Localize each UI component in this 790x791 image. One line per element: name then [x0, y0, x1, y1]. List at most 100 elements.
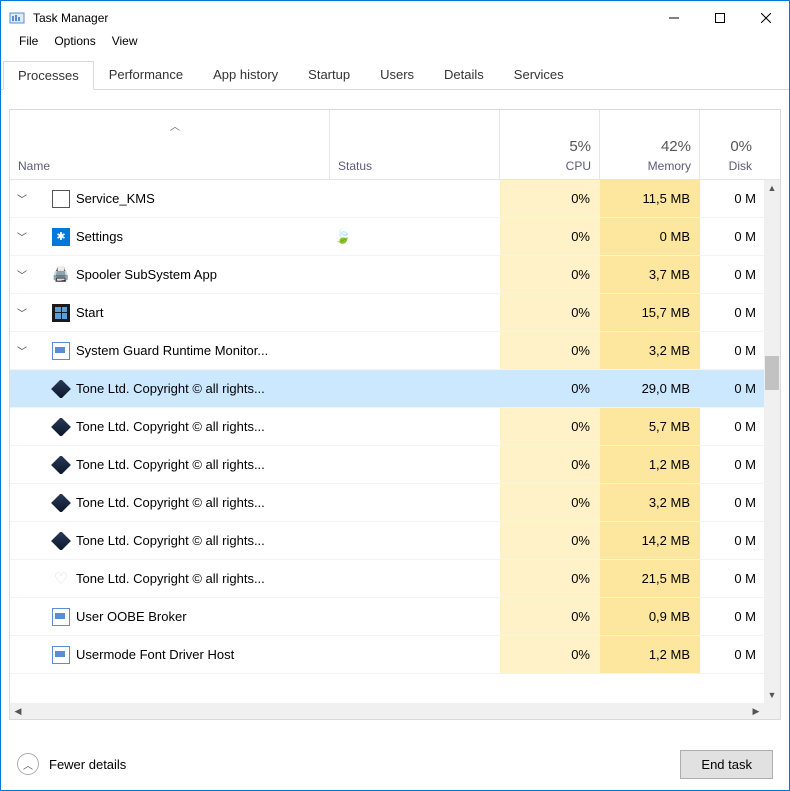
cell-cpu: 0%	[500, 370, 600, 407]
cell-name: Tone Ltd. Copyright © all rights...	[10, 418, 330, 436]
column-cpu[interactable]: 5% CPU	[500, 110, 600, 179]
process-name: Tone Ltd. Copyright © all rights...	[76, 457, 265, 472]
column-memory-pct: 42%	[661, 138, 691, 155]
cell-memory: 3,2 MB	[600, 484, 700, 521]
table-row[interactable]: ﹀Start0%15,7 MB0 M	[10, 294, 764, 332]
expand-icon[interactable]: ﹀	[16, 191, 28, 206]
table-row[interactable]: Tone Ltd. Copyright © all rights...0%1,2…	[10, 446, 764, 484]
cell-memory: 29,0 MB	[600, 370, 700, 407]
scroll-right-icon[interactable]: ▶	[748, 703, 764, 719]
tab-app-history[interactable]: App history	[198, 60, 293, 89]
cell-name: ﹀🖨️Spooler SubSystem App	[10, 266, 330, 284]
table-row[interactable]: Tone Ltd. Copyright © all rights...0%5,7…	[10, 408, 764, 446]
column-status[interactable]: Status	[330, 110, 500, 179]
menu-options[interactable]: Options	[46, 34, 103, 54]
table-row[interactable]: ﹀ System Guard Runtime Monitor... 0%3,2 MB…	[10, 332, 764, 370]
tone-icon	[52, 456, 70, 474]
sort-indicator-icon: ︿	[170, 118, 180, 133]
cell-cpu: 0%	[500, 180, 600, 217]
table-row[interactable]: ♡Tone Ltd. Copyright © all rights...0%21…	[10, 560, 764, 598]
process-name: Tone Ltd. Copyright © all rights...	[76, 571, 265, 586]
scroll-down-icon[interactable]: ▼	[764, 687, 780, 703]
expand-icon[interactable]: ﹀	[16, 305, 28, 320]
scroll-up-icon[interactable]: ▲	[764, 180, 780, 196]
cell-disk: 0 M	[700, 446, 760, 483]
tab-details[interactable]: Details	[429, 60, 499, 89]
cell-status: 🍃	[330, 228, 500, 245]
tab-startup[interactable]: Startup	[293, 60, 365, 89]
start-icon	[52, 304, 70, 322]
app-icon	[52, 646, 70, 664]
process-name: Service_KMS	[76, 191, 155, 206]
cell-cpu: 0%	[500, 332, 600, 369]
column-disk-pct: 0%	[730, 138, 752, 155]
scroll-thumb[interactable]	[765, 356, 779, 390]
cell-cpu: 0%	[500, 218, 600, 255]
table-row[interactable]: Tone Ltd. Copyright © all rights...0%29,…	[10, 370, 764, 408]
cell-name: ﹀ Service_KMS	[10, 190, 330, 208]
column-disk-label: Disk	[729, 159, 752, 173]
expand-icon[interactable]: ﹀	[16, 229, 28, 244]
column-status-label: Status	[338, 159, 491, 173]
cell-cpu: 0%	[500, 408, 600, 445]
tone-icon	[52, 380, 70, 398]
cell-memory: 11,5 MB	[600, 180, 700, 217]
scroll-left-icon[interactable]: ◀	[10, 703, 26, 719]
end-task-button[interactable]: End task	[680, 750, 773, 779]
tab-users[interactable]: Users	[365, 60, 429, 89]
table-row[interactable]: User OOBE Broker 0%0,9 MB0 M	[10, 598, 764, 636]
cell-memory: 0,9 MB	[600, 598, 700, 635]
cell-disk: 0 M	[700, 332, 760, 369]
table-row[interactable]: ﹀✱Settings🍃0%0 MB0 M	[10, 218, 764, 256]
cell-cpu: 0%	[500, 484, 600, 521]
cell-name: User OOBE Broker	[10, 608, 330, 626]
process-name: System Guard Runtime Monitor...	[76, 343, 268, 358]
column-name-label: Name	[18, 159, 321, 173]
menu-file[interactable]: File	[11, 34, 46, 54]
process-name: User OOBE Broker	[76, 609, 187, 624]
column-disk[interactable]: 0% Disk	[700, 110, 760, 179]
settings-icon: ✱	[52, 228, 70, 246]
cell-name: Usermode Font Driver Host	[10, 646, 330, 664]
cell-cpu: 0%	[500, 598, 600, 635]
cell-disk: 0 M	[700, 598, 760, 635]
leaf-icon: 🍃	[334, 228, 351, 245]
cell-name: Tone Ltd. Copyright © all rights...	[10, 532, 330, 550]
cell-disk: 0 M	[700, 408, 760, 445]
process-name: Tone Ltd. Copyright © all rights...	[76, 495, 265, 510]
cell-name: ﹀✱Settings	[10, 228, 330, 246]
table-row[interactable]: Tone Ltd. Copyright © all rights... 0%3,2…	[10, 484, 764, 522]
footer: ︿ Fewer details End task	[1, 738, 789, 790]
cell-cpu: 0%	[500, 636, 600, 673]
column-memory[interactable]: 42% Memory	[600, 110, 700, 179]
tone-icon	[52, 418, 70, 436]
heart-icon: ♡	[52, 570, 70, 588]
cell-memory: 1,2 MB	[600, 636, 700, 673]
fewer-details-label: Fewer details	[49, 757, 126, 772]
vertical-scrollbar[interactable]: ▲ ▼	[764, 180, 780, 703]
expand-icon[interactable]: ﹀	[16, 343, 28, 358]
tab-performance[interactable]: Performance	[94, 60, 198, 89]
cell-disk: 0 M	[700, 180, 760, 217]
table-row[interactable]: ﹀ Service_KMS 0%11,5 MB0 M	[10, 180, 764, 218]
minimize-button[interactable]	[651, 1, 697, 34]
cell-memory: 3,2 MB	[600, 332, 700, 369]
task-manager-icon	[9, 10, 25, 26]
cell-disk: 0 M	[700, 294, 760, 331]
table-row[interactable]: ﹀🖨️Spooler SubSystem App0%3,7 MB0 M	[10, 256, 764, 294]
chevron-up-icon: ︿	[17, 753, 39, 775]
tab-services[interactable]: Services	[499, 60, 579, 89]
menu-view[interactable]: View	[104, 34, 146, 54]
horizontal-scrollbar[interactable]: ◀ ▶	[10, 703, 764, 719]
fewer-details-button[interactable]: ︿ Fewer details	[17, 753, 126, 775]
cell-name: ﹀ System Guard Runtime Monitor...	[10, 342, 330, 360]
tab-processes[interactable]: Processes	[3, 61, 94, 90]
process-name: Tone Ltd. Copyright © all rights...	[76, 533, 265, 548]
table-row[interactable]: Usermode Font Driver Host0%1,2 MB0 M	[10, 636, 764, 674]
column-cpu-pct: 5%	[569, 138, 591, 155]
maximize-button[interactable]	[697, 1, 743, 34]
close-button[interactable]	[743, 1, 789, 34]
app-icon	[52, 608, 70, 626]
expand-icon[interactable]: ﹀	[16, 267, 28, 282]
table-row[interactable]: Tone Ltd. Copyright © all rights...0%14,…	[10, 522, 764, 560]
